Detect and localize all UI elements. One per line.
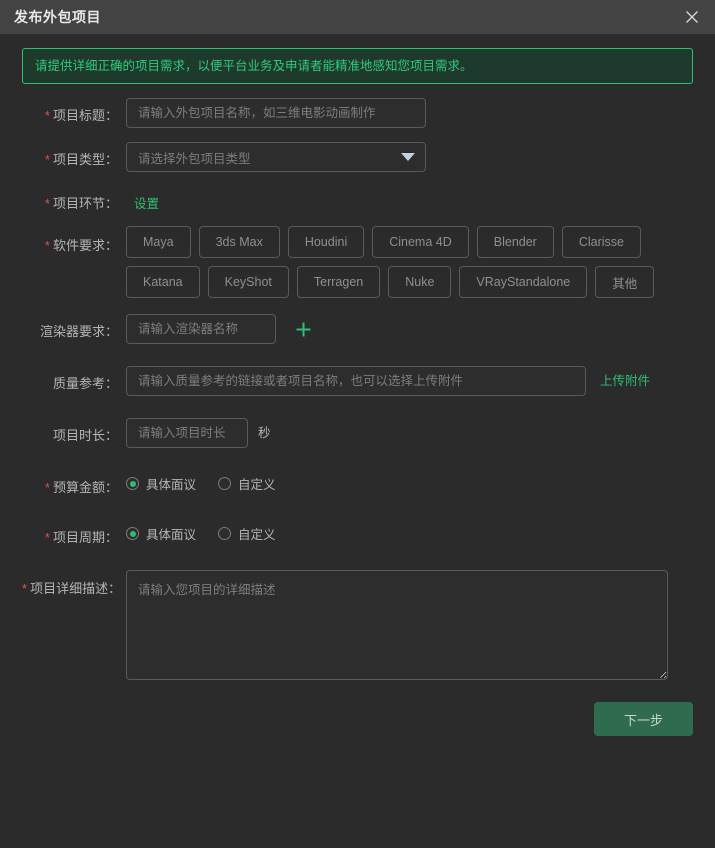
required-asterisk: * bbox=[44, 238, 50, 254]
budget-radio-custom-label: 自定义 bbox=[238, 478, 276, 493]
renderer-input[interactable] bbox=[126, 314, 276, 345]
close-icon[interactable] bbox=[681, 6, 703, 28]
field-duration: 秒 bbox=[126, 418, 693, 449]
field-renderer bbox=[126, 314, 693, 345]
software-tag[interactable]: Blender bbox=[476, 226, 554, 259]
label-duration: 项目时长： bbox=[52, 428, 118, 444]
radio-mark-icon bbox=[126, 527, 139, 541]
period-radio-custom[interactable]: 自定义 bbox=[218, 524, 276, 543]
plus-icon[interactable] bbox=[292, 314, 314, 344]
next-step-button[interactable]: 下一步 bbox=[594, 702, 693, 737]
form-row-duration: 项目时长： 秒 bbox=[22, 418, 693, 449]
label-period: * 项目周期： bbox=[22, 520, 126, 546]
dialog-body: 请提供详细正确的项目需求，以便平台业务及申请者能精准地感知您项目需求。 * 项目标… bbox=[0, 34, 715, 681]
required-asterisk: * bbox=[22, 581, 28, 597]
form-row-renderer: 渲染器要求： bbox=[22, 314, 693, 345]
required-asterisk: * bbox=[44, 196, 50, 212]
software-tag[interactable]: 3ds Max bbox=[198, 226, 280, 259]
software-tag-list: Maya 3ds Max Houdini Cinema 4D Blender C… bbox=[126, 226, 674, 299]
software-tag[interactable]: VRayStandalone bbox=[459, 266, 588, 299]
project-type-select[interactable]: 请选择外包项目类型 bbox=[126, 142, 426, 173]
quality-reference-input[interactable] bbox=[126, 366, 586, 397]
radio-mark-icon bbox=[126, 477, 139, 491]
upload-attachment-link[interactable]: 上传附件 bbox=[600, 366, 650, 396]
form-row-project-type: * 项目类型： 请选择外包项目类型 bbox=[22, 142, 693, 173]
project-stage-settings-link[interactable]: 设置 bbox=[134, 186, 159, 212]
field-period: 具体面议 自定义 bbox=[126, 520, 693, 543]
form-row-quality-reference: 质量参考： 上传附件 bbox=[22, 366, 693, 397]
dialog-title: 发布外包项目 bbox=[14, 9, 101, 25]
period-radio-group: 具体面议 自定义 bbox=[126, 520, 276, 543]
field-quality-reference: 上传附件 bbox=[126, 366, 693, 397]
budget-radio-custom[interactable]: 自定义 bbox=[218, 474, 276, 493]
software-tag[interactable]: Clarisse bbox=[561, 226, 641, 259]
dialog-titlebar: 发布外包项目 bbox=[0, 0, 715, 34]
label-period-text: 项目周期： bbox=[52, 530, 118, 546]
budget-radio-negotiable[interactable]: 具体面议 bbox=[126, 474, 196, 493]
software-tag[interactable]: Houdini bbox=[287, 226, 365, 259]
form-row-project-stage: * 项目环节： 设置 bbox=[22, 186, 693, 212]
label-description: * 项目详细描述： bbox=[22, 570, 126, 597]
description-textarea[interactable] bbox=[126, 570, 668, 681]
label-budget-text: 预算金额： bbox=[52, 480, 118, 496]
period-radio-negotiable[interactable]: 具体面议 bbox=[126, 524, 196, 543]
form-row-description: * 项目详细描述： bbox=[22, 570, 693, 681]
software-tag[interactable]: Maya bbox=[126, 226, 191, 259]
form-row-software: * 软件要求： Maya 3ds Max Houdini Cinema 4D Bl… bbox=[22, 226, 693, 299]
duration-unit-label: 秒 bbox=[258, 426, 271, 441]
label-software-text: 软件要求： bbox=[52, 238, 118, 254]
software-tag[interactable]: Nuke bbox=[388, 266, 452, 299]
software-tag[interactable]: KeyShot bbox=[207, 266, 289, 299]
label-project-title: * 项目标题： bbox=[22, 98, 126, 124]
field-software: Maya 3ds Max Houdini Cinema 4D Blender C… bbox=[126, 226, 693, 299]
required-asterisk: * bbox=[44, 152, 50, 168]
project-title-input[interactable] bbox=[126, 98, 426, 129]
radio-mark-icon bbox=[218, 477, 232, 491]
notice-banner: 请提供详细正确的项目需求，以便平台业务及申请者能精准地感知您项目需求。 bbox=[22, 48, 693, 85]
label-project-type-text: 项目类型： bbox=[52, 152, 118, 168]
label-project-stage-text: 项目环节： bbox=[52, 196, 118, 212]
label-renderer: 渲染器要求： bbox=[39, 324, 118, 340]
dialog-footer: 下一步 bbox=[0, 680, 715, 737]
label-description-text: 项目详细描述： bbox=[30, 581, 122, 597]
period-radio-negotiable-label: 具体面议 bbox=[146, 528, 197, 543]
software-tag[interactable]: 其他 bbox=[595, 266, 655, 299]
form-row-project-title: * 项目标题： bbox=[22, 98, 693, 129]
field-project-stage: 设置 bbox=[126, 186, 693, 212]
field-budget: 具体面议 自定义 bbox=[126, 470, 693, 493]
field-description bbox=[126, 570, 693, 681]
duration-input[interactable] bbox=[126, 418, 248, 449]
field-project-title bbox=[126, 98, 693, 129]
required-asterisk: * bbox=[44, 530, 50, 546]
project-type-select-wrap: 请选择外包项目类型 bbox=[126, 142, 426, 173]
period-radio-custom-label: 自定义 bbox=[238, 528, 276, 543]
software-tag[interactable]: Cinema 4D bbox=[372, 226, 469, 259]
software-tag[interactable]: Katana bbox=[126, 266, 200, 299]
form-row-budget: * 预算金额： 具体面议 自定义 bbox=[22, 470, 693, 496]
label-quality-reference: 质量参考： bbox=[52, 376, 118, 392]
software-tag[interactable]: Terragen bbox=[296, 266, 381, 299]
radio-mark-icon bbox=[218, 527, 232, 541]
label-project-type: * 项目类型： bbox=[22, 142, 126, 168]
budget-radio-negotiable-label: 具体面议 bbox=[146, 478, 197, 493]
form-row-period: * 项目周期： 具体面议 自定义 bbox=[22, 520, 693, 546]
label-project-stage: * 项目环节： bbox=[22, 186, 126, 212]
required-asterisk: * bbox=[44, 108, 50, 124]
required-asterisk: * bbox=[44, 480, 50, 496]
budget-radio-group: 具体面议 自定义 bbox=[126, 470, 276, 493]
field-project-type: 请选择外包项目类型 bbox=[126, 142, 693, 173]
label-software: * 软件要求： bbox=[22, 226, 126, 254]
label-project-title-text: 项目标题： bbox=[52, 108, 118, 124]
label-budget: * 预算金额： bbox=[22, 470, 126, 496]
